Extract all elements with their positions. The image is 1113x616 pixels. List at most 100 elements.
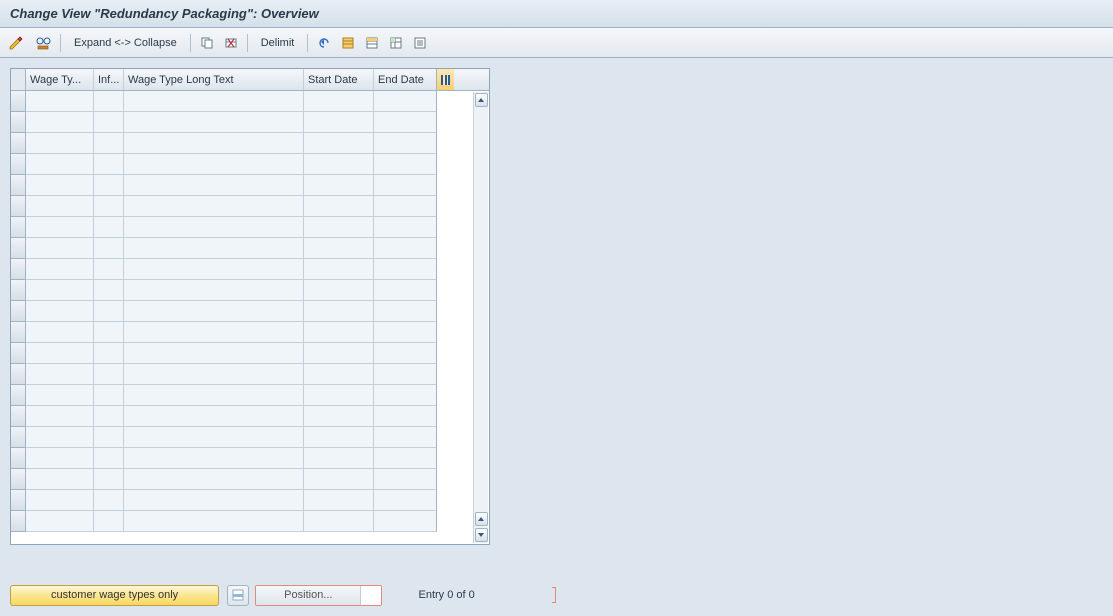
row-selector[interactable]	[11, 343, 26, 364]
cell-wage-type[interactable]	[26, 322, 94, 343]
delimit-button[interactable]: Delimit	[254, 33, 302, 53]
cell-inf[interactable]	[94, 427, 124, 448]
cell-inf[interactable]	[94, 259, 124, 280]
row-selector[interactable]	[11, 406, 26, 427]
row-selector[interactable]	[11, 469, 26, 490]
select-all-button[interactable]	[338, 33, 358, 53]
cell-wage-type-long[interactable]	[124, 196, 304, 217]
col-inf[interactable]: Inf...	[94, 69, 124, 90]
cell-wage-type[interactable]	[26, 469, 94, 490]
cell-wage-type[interactable]	[26, 364, 94, 385]
table-config-button[interactable]	[437, 69, 454, 90]
col-wage-type[interactable]: Wage Ty...	[26, 69, 94, 90]
cell-inf[interactable]	[94, 217, 124, 238]
cell-wage-type-long[interactable]	[124, 217, 304, 238]
cell-wage-type[interactable]	[26, 154, 94, 175]
cell-wage-type-long[interactable]	[124, 91, 304, 112]
cell-start-date[interactable]	[304, 280, 374, 301]
expand-collapse-button[interactable]: Expand <-> Collapse	[67, 33, 184, 53]
cell-inf[interactable]	[94, 91, 124, 112]
cell-wage-type-long[interactable]	[124, 448, 304, 469]
cell-wage-type[interactable]	[26, 343, 94, 364]
cell-wage-type-long[interactable]	[124, 238, 304, 259]
cell-end-date[interactable]	[374, 301, 437, 322]
cell-wage-type[interactable]	[26, 217, 94, 238]
other-view-button[interactable]	[32, 33, 54, 53]
cell-start-date[interactable]	[304, 217, 374, 238]
cell-start-date[interactable]	[304, 364, 374, 385]
deselect-all-button[interactable]	[362, 33, 382, 53]
cell-inf[interactable]	[94, 385, 124, 406]
cell-inf[interactable]	[94, 406, 124, 427]
row-selector[interactable]	[11, 259, 26, 280]
cell-inf[interactable]	[94, 133, 124, 154]
cell-start-date[interactable]	[304, 175, 374, 196]
cell-start-date[interactable]	[304, 448, 374, 469]
cell-end-date[interactable]	[374, 490, 437, 511]
cell-end-date[interactable]	[374, 364, 437, 385]
row-selector[interactable]	[11, 322, 26, 343]
row-selector[interactable]	[11, 448, 26, 469]
cell-wage-type[interactable]	[26, 175, 94, 196]
cell-start-date[interactable]	[304, 322, 374, 343]
cell-wage-type-long[interactable]	[124, 112, 304, 133]
cell-inf[interactable]	[94, 364, 124, 385]
cell-wage-type[interactable]	[26, 280, 94, 301]
cell-wage-type[interactable]	[26, 91, 94, 112]
cell-start-date[interactable]	[304, 343, 374, 364]
cell-start-date[interactable]	[304, 427, 374, 448]
customer-wage-types-button[interactable]: customer wage types only	[10, 585, 219, 606]
cell-wage-type[interactable]	[26, 238, 94, 259]
cell-end-date[interactable]	[374, 112, 437, 133]
row-selector[interactable]	[11, 511, 26, 532]
cell-start-date[interactable]	[304, 469, 374, 490]
col-end-date[interactable]: End Date	[374, 69, 437, 90]
cell-end-date[interactable]	[374, 175, 437, 196]
cell-wage-type-long[interactable]	[124, 406, 304, 427]
cell-end-date[interactable]	[374, 91, 437, 112]
position-button[interactable]: Position...	[256, 586, 361, 605]
table-settings-button[interactable]	[386, 33, 406, 53]
cell-wage-type-long[interactable]	[124, 259, 304, 280]
cell-wage-type-long[interactable]	[124, 133, 304, 154]
cell-wage-type[interactable]	[26, 133, 94, 154]
cell-wage-type[interactable]	[26, 301, 94, 322]
cell-end-date[interactable]	[374, 154, 437, 175]
cell-end-date[interactable]	[374, 217, 437, 238]
cell-wage-type[interactable]	[26, 196, 94, 217]
cell-inf[interactable]	[94, 469, 124, 490]
cell-end-date[interactable]	[374, 196, 437, 217]
cell-wage-type[interactable]	[26, 406, 94, 427]
toggle-display-change-button[interactable]	[6, 33, 28, 53]
cell-wage-type-long[interactable]	[124, 385, 304, 406]
row-selector[interactable]	[11, 133, 26, 154]
cell-wage-type-long[interactable]	[124, 322, 304, 343]
cell-wage-type-long[interactable]	[124, 343, 304, 364]
cell-wage-type-long[interactable]	[124, 511, 304, 532]
cell-wage-type[interactable]	[26, 259, 94, 280]
cell-inf[interactable]	[94, 175, 124, 196]
cell-start-date[interactable]	[304, 511, 374, 532]
cell-end-date[interactable]	[374, 448, 437, 469]
cell-wage-type-long[interactable]	[124, 175, 304, 196]
cell-inf[interactable]	[94, 490, 124, 511]
copy-button[interactable]	[197, 33, 217, 53]
cell-inf[interactable]	[94, 448, 124, 469]
cell-start-date[interactable]	[304, 259, 374, 280]
cell-end-date[interactable]	[374, 427, 437, 448]
cell-end-date[interactable]	[374, 238, 437, 259]
row-selector[interactable]	[11, 385, 26, 406]
row-selector[interactable]	[11, 364, 26, 385]
cell-end-date[interactable]	[374, 343, 437, 364]
cell-inf[interactable]	[94, 511, 124, 532]
col-wage-type-long[interactable]: Wage Type Long Text	[124, 69, 304, 90]
row-selector[interactable]	[11, 112, 26, 133]
cell-end-date[interactable]	[374, 385, 437, 406]
print-button[interactable]	[410, 33, 430, 53]
cell-start-date[interactable]	[304, 133, 374, 154]
row-selector[interactable]	[11, 280, 26, 301]
undo-button[interactable]	[314, 33, 334, 53]
cell-wage-type-long[interactable]	[124, 427, 304, 448]
row-selector[interactable]	[11, 238, 26, 259]
scroll-bottom-up-button[interactable]	[475, 512, 488, 526]
